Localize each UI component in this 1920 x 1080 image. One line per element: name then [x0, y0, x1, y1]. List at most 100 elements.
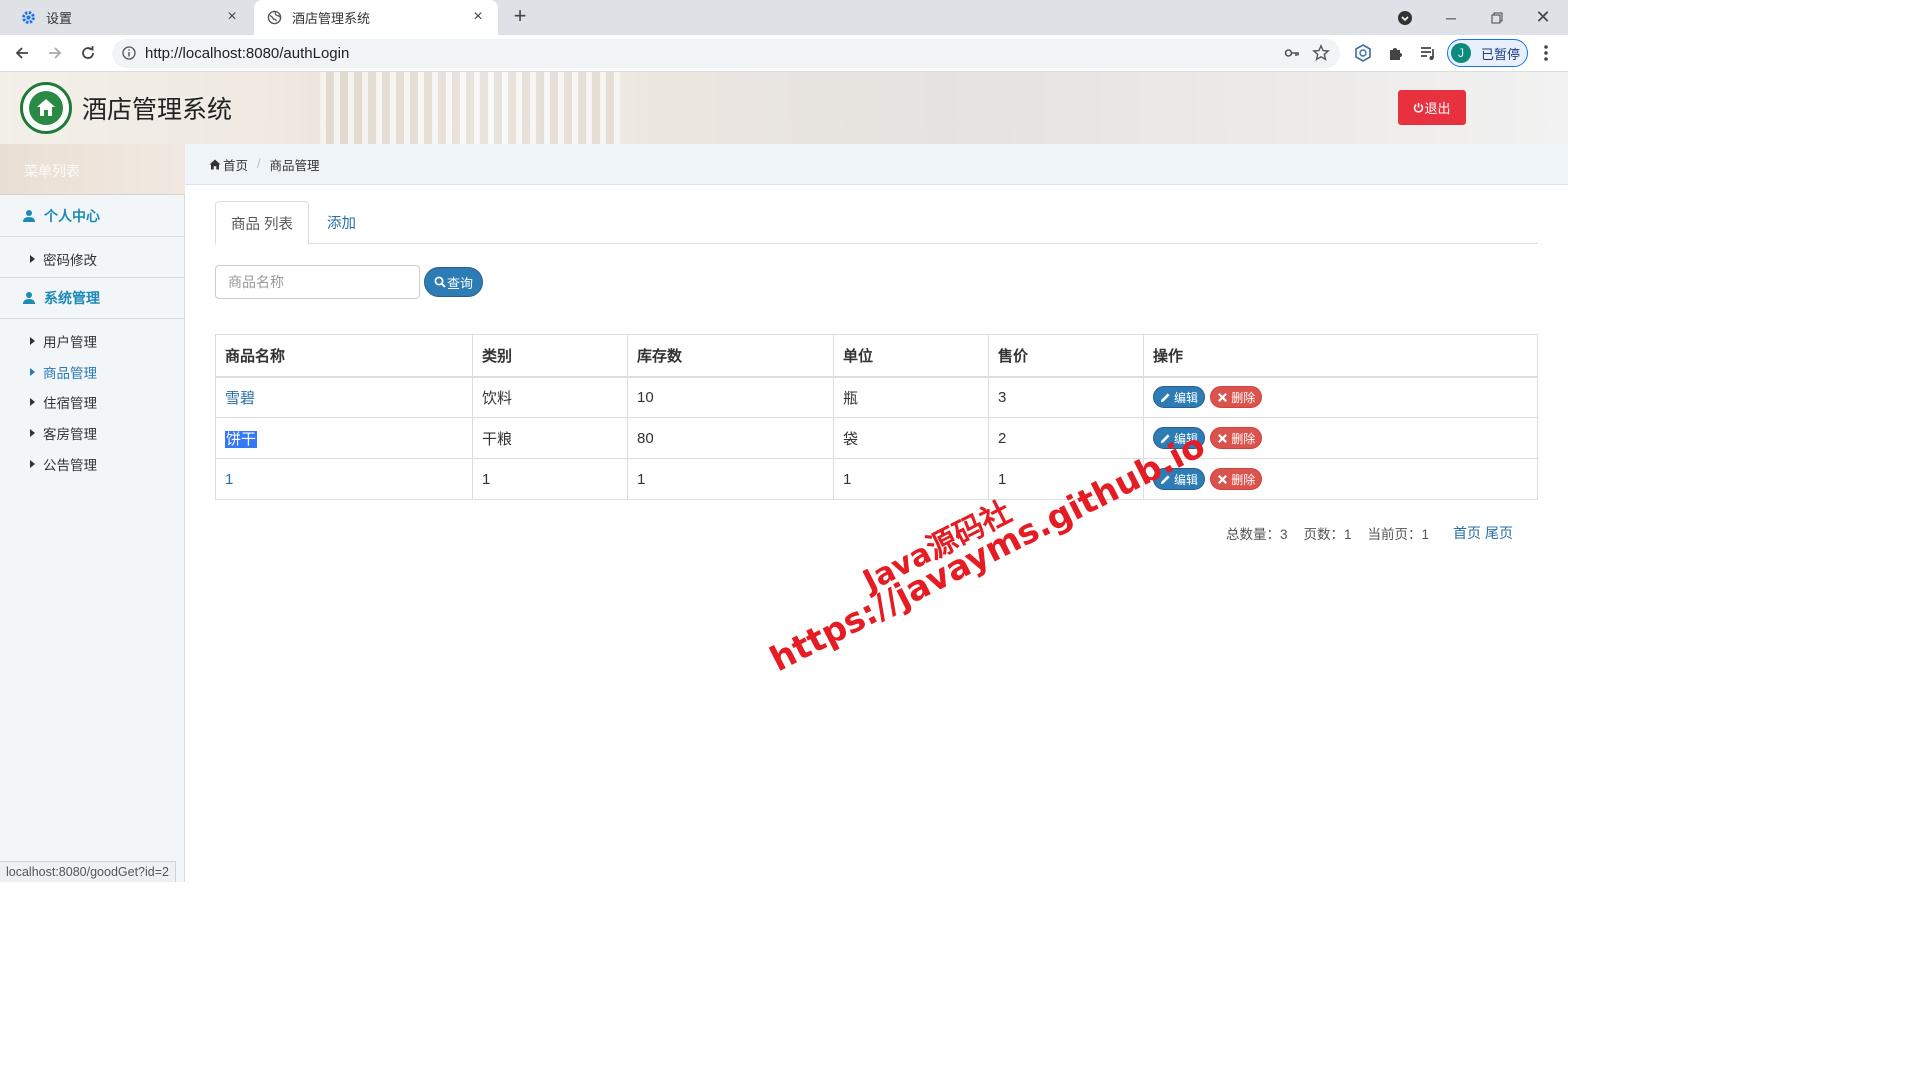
header-banner-image: [320, 72, 620, 144]
table-cell: 瓶: [833, 376, 989, 418]
search-button[interactable]: 查询: [424, 267, 483, 297]
app-title: 酒店管理系统: [82, 96, 233, 124]
browser-tab-bar: 设置 × 酒店管理系统 × + ─ ✕: [0, 0, 1568, 35]
column-header: 库存数: [627, 334, 834, 378]
delete-label: 删除: [1231, 390, 1256, 405]
goods-name-link[interactable]: 饼干: [215, 417, 473, 459]
column-header: 操作: [1143, 334, 1538, 378]
tab-title: 酒店管理系统: [292, 11, 371, 26]
edit-label: 编辑: [1174, 390, 1199, 405]
sidebar-section-personal[interactable]: 个人中心: [0, 196, 185, 237]
column-header: 售价: [988, 334, 1144, 378]
search-icon: [434, 276, 446, 288]
tab-add[interactable]: 添加: [327, 201, 356, 244]
close-window-icon[interactable]: ✕: [1520, 0, 1566, 35]
caret-right-icon: [30, 460, 35, 468]
caret-right-icon: [30, 255, 35, 263]
extension-shield-icon[interactable]: [1353, 43, 1373, 63]
delete-button[interactable]: 删除: [1210, 468, 1263, 490]
caret-right-icon: [30, 398, 35, 406]
back-icon[interactable]: [10, 41, 34, 65]
edit-button[interactable]: 编辑: [1153, 386, 1206, 409]
remove-icon: [1218, 433, 1228, 443]
delete-button[interactable]: 删除: [1210, 427, 1263, 449]
breadcrumb-home[interactable]: 首页: [223, 155, 248, 174]
new-tab-icon[interactable]: +: [508, 5, 532, 29]
selected-text[interactable]: 饼干: [225, 430, 258, 448]
table-header-row: 商品名称 类别 库存数 单位 售价 操作: [215, 334, 1538, 378]
more-menu-icon[interactable]: [1536, 43, 1556, 63]
table-cell: 1: [627, 458, 834, 500]
search-button-label: 查询: [446, 275, 473, 291]
logout-button[interactable]: 退出: [1398, 90, 1466, 125]
close-icon[interactable]: ×: [470, 9, 486, 25]
goods-name-search-input[interactable]: [215, 265, 420, 299]
goods-table: 商品名称 类别 库存数 单位 售价 操作 雪碧 饮料 10 瓶 3 编辑 删除 …: [215, 334, 1538, 500]
power-icon: [1414, 102, 1424, 113]
star-icon[interactable]: [1312, 44, 1330, 62]
sidebar-item-notices[interactable]: 公告管理: [30, 454, 97, 474]
logout-label: 退出: [1424, 101, 1451, 116]
menu-list-label: 菜单列表: [24, 163, 80, 179]
sidebar-item-label: 商品管理: [43, 366, 97, 381]
sidebar: 菜单列表 个人中心 密码修改 系统管理 用户管理 商品管理 住宿管理 客房管理 …: [0, 144, 185, 882]
table-cell: 80: [627, 417, 834, 459]
sidebar-item-password[interactable]: 密码修改: [30, 249, 97, 269]
goods-name-link[interactable]: 雪碧: [215, 376, 473, 418]
browser-tab-settings[interactable]: 设置 ×: [0, 0, 252, 35]
table-row: 雪碧 饮料 10 瓶 3 编辑 删除: [215, 376, 1538, 418]
table-cell: 10: [627, 376, 834, 418]
table-cell: 2: [988, 417, 1144, 459]
close-icon[interactable]: ×: [224, 9, 240, 25]
table-row: 1 1 1 1 1 编辑 删除: [215, 458, 1538, 500]
table-cell: 1: [833, 458, 989, 500]
goods-name-link[interactable]: 1: [215, 458, 473, 500]
sidebar-item-label: 住宿管理: [43, 396, 97, 411]
gear-icon: [20, 10, 36, 26]
puzzle-icon[interactable]: [1386, 43, 1406, 63]
user-icon: [23, 292, 35, 304]
profile-chip[interactable]: J 已暂停: [1447, 39, 1528, 67]
key-icon[interactable]: [1284, 45, 1300, 61]
info-icon[interactable]: [122, 46, 136, 60]
user-icon: [23, 210, 35, 222]
tab-goods-list[interactable]: 商品 列表: [215, 201, 309, 245]
table-cell: 饮料: [472, 376, 628, 418]
address-bar[interactable]: http://localhost:8080/authLogin: [112, 39, 1340, 68]
table-cell: 3: [988, 376, 1144, 418]
sidebar-item-lodging[interactable]: 住宿管理: [30, 392, 97, 412]
status-bar-url: localhost:8080/goodGet?id=2: [0, 861, 176, 882]
browser-tab-hotel[interactable]: 酒店管理系统 ×: [254, 0, 498, 35]
breadcrumb: 首页 / 商品管理: [185, 144, 1568, 185]
logo-mark-icon: [29, 91, 63, 125]
breadcrumb-current: 商品管理: [269, 158, 320, 173]
sidebar-item-rooms[interactable]: 客房管理: [30, 423, 97, 443]
url-text[interactable]: http://localhost:8080/authLogin: [145, 45, 349, 62]
sidebar-item-users[interactable]: 用户管理: [30, 331, 97, 351]
first-page-link[interactable]: 首页: [1453, 523, 1481, 543]
caret-right-icon: [30, 368, 35, 376]
total-count: 总数量：3: [1226, 527, 1288, 542]
current-page: 当前页：1: [1367, 527, 1430, 542]
delete-label: 删除: [1231, 472, 1256, 487]
remove-icon: [1218, 392, 1228, 402]
sidebar-item-label: 密码修改: [43, 253, 97, 268]
section-label: 个人中心: [44, 208, 100, 224]
tab-search-icon[interactable]: [1382, 0, 1428, 35]
delete-button[interactable]: 删除: [1210, 386, 1263, 409]
remove-icon: [1218, 474, 1228, 484]
home-icon: [209, 159, 221, 169]
reload-icon[interactable]: [76, 41, 100, 65]
caret-right-icon: [30, 337, 35, 345]
column-header: 商品名称: [215, 334, 473, 378]
restore-icon[interactable]: [1474, 0, 1520, 35]
playlist-icon[interactable]: [1418, 43, 1438, 63]
actions-cell: 编辑 删除: [1143, 376, 1538, 418]
last-page-link[interactable]: 尾页: [1485, 523, 1513, 543]
sidebar-item-goods[interactable]: 商品管理: [30, 362, 97, 382]
table-row: 饼干 干粮 80 袋 2 编辑 删除: [215, 417, 1538, 459]
breadcrumb-separator: /: [257, 157, 261, 171]
sidebar-section-system[interactable]: 系统管理: [0, 278, 185, 319]
forward-icon[interactable]: [43, 41, 67, 65]
minimize-icon[interactable]: ─: [1428, 0, 1474, 35]
